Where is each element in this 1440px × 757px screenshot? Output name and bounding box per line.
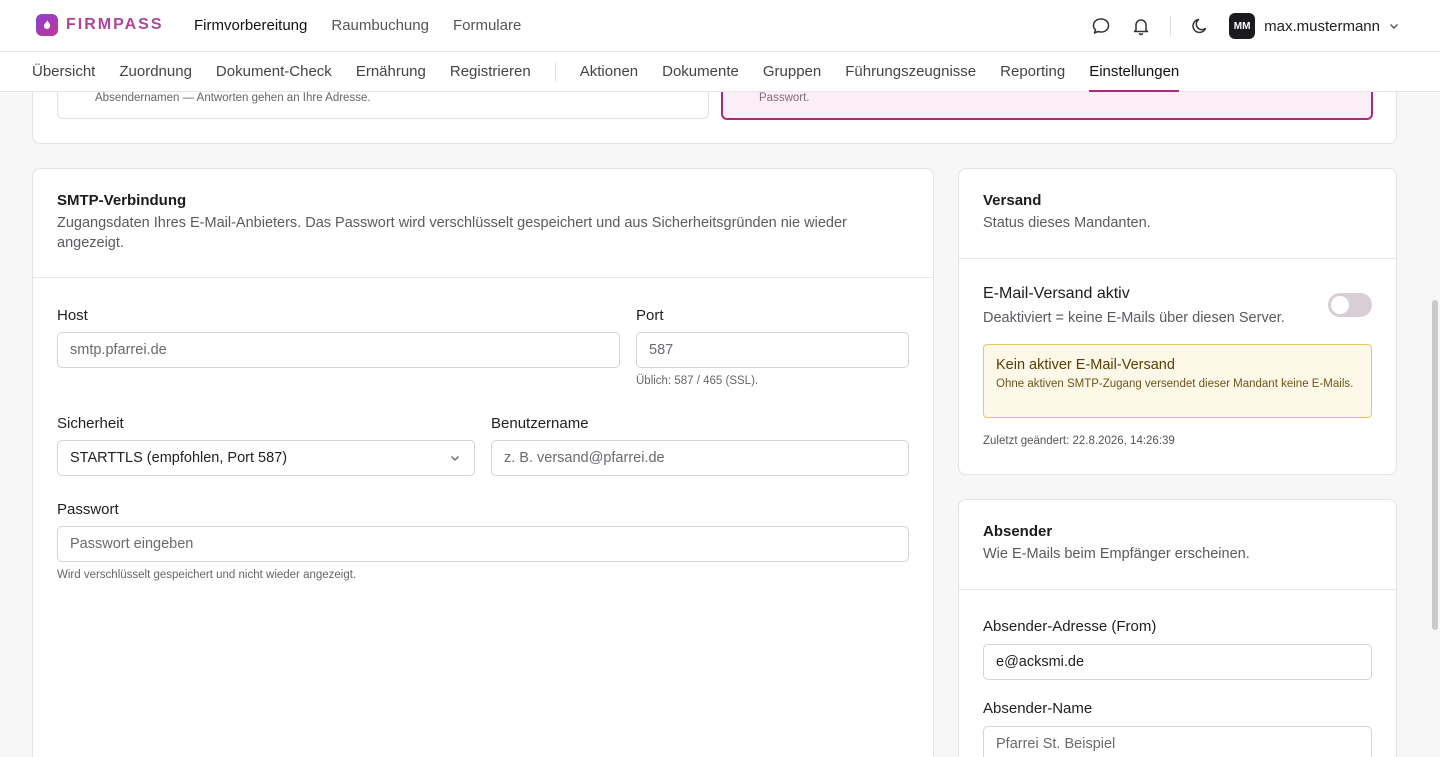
tab-einstellungen[interactable]: Einstellungen bbox=[1089, 52, 1180, 92]
password-help: Wird verschlüsselt gespeichert und nicht… bbox=[57, 569, 357, 581]
no-sending-warning: Kein aktiver E-Mail-Versand Ohne aktiven… bbox=[983, 344, 1372, 418]
mode-option-own-server-text: Absendernamen — Antworten gehen an Ihre … bbox=[95, 92, 371, 104]
toggle-description: Deaktiviert = keine E-Mails über diesen … bbox=[983, 310, 1285, 326]
avatar[interactable]: MM bbox=[1229, 13, 1256, 39]
tab-reporting[interactable]: Reporting bbox=[1000, 52, 1065, 92]
sub-nav: Übersicht Zuordnung Dokument-Check Ernäh… bbox=[0, 52, 1440, 92]
tab-dokument-check[interactable]: Dokument-Check bbox=[216, 52, 332, 92]
versand-card: Versand Status dieses Mandanten. E-Mail-… bbox=[958, 168, 1397, 475]
toggle-knob bbox=[1331, 296, 1349, 314]
absender-card: Absender Wie E-Mails beim Empfänger ersc… bbox=[958, 499, 1397, 757]
chevron-down-icon[interactable] bbox=[1388, 20, 1400, 32]
mode-selection-card: Absendernamen — Antworten gehen an Ihre … bbox=[32, 92, 1397, 144]
tab-dokumente[interactable]: Dokumente bbox=[662, 52, 739, 92]
absender-divider bbox=[959, 589, 1396, 590]
toggle-label: E-Mail-Versand aktiv bbox=[983, 285, 1130, 302]
port-help: Üblich: 587 / 465 (SSL). bbox=[636, 375, 759, 387]
bell-icon[interactable] bbox=[1130, 15, 1152, 37]
tab-uebersicht[interactable]: Übersicht bbox=[32, 52, 95, 92]
nav-raumbuchung[interactable]: Raumbuchung bbox=[331, 17, 429, 34]
absender-description: Wie E-Mails beim Empfänger erscheinen. bbox=[983, 546, 1250, 562]
username[interactable]: max.mustermann bbox=[1264, 18, 1380, 35]
warning-text: Ohne aktiven SMTP-Zugang versendet diese… bbox=[996, 378, 1354, 390]
security-select-value: STARTTLS (empfohlen, Port 587) bbox=[70, 450, 288, 466]
tab-gruppen[interactable]: Gruppen bbox=[763, 52, 821, 92]
tab-aktionen[interactable]: Aktionen bbox=[580, 52, 638, 92]
tab-zuordnung[interactable]: Zuordnung bbox=[119, 52, 192, 92]
mode-option-own-server[interactable]: Absendernamen — Antworten gehen an Ihre … bbox=[57, 92, 709, 119]
top-bar: FIRMPASS Firmvorbereitung Raumbuchung Fo… bbox=[0, 0, 1440, 52]
port-input[interactable]: 587 bbox=[636, 332, 909, 368]
password-label: Passwort bbox=[57, 501, 119, 518]
header-actions: MM max.mustermann bbox=[1090, 12, 1400, 40]
warning-title: Kein aktiver E-Mail-Versand bbox=[996, 357, 1175, 373]
smtp-description: Zugangsdaten Ihres E-Mail-Anbieters. Das… bbox=[57, 215, 847, 251]
header-separator bbox=[1170, 16, 1172, 36]
tab-ernaehrung[interactable]: Ernährung bbox=[356, 52, 426, 92]
moon-icon[interactable] bbox=[1189, 15, 1211, 37]
chat-icon[interactable] bbox=[1090, 15, 1112, 37]
last-changed: Zuletzt geändert: 22.8.2026, 14:26:39 bbox=[983, 435, 1175, 447]
versand-description: Status dieses Mandanten. bbox=[983, 215, 1151, 231]
host-input[interactable]: smtp.pfarrei.de bbox=[57, 332, 620, 368]
mode-option-smtp-text: Passwort. bbox=[759, 92, 810, 104]
smtp-divider bbox=[33, 277, 933, 278]
from-address-input[interactable]: e@acksmi.de bbox=[983, 644, 1372, 680]
smtp-card: SMTP-Verbindung Zugangsdaten Ihres E-Mai… bbox=[32, 168, 934, 757]
mode-option-smtp-selected[interactable]: Passwort. bbox=[721, 92, 1373, 120]
sender-name-label: Absender-Name bbox=[983, 700, 1093, 717]
username-label: Benutzername bbox=[491, 415, 589, 432]
main-nav: Firmvorbereitung Raumbuchung Formulare bbox=[194, 17, 521, 34]
versand-divider bbox=[959, 258, 1396, 259]
absender-title: Absender bbox=[983, 523, 1053, 540]
smtp-title: SMTP-Verbindung bbox=[57, 192, 187, 209]
username-input[interactable]: z. B. versand@pfarrei.de bbox=[491, 440, 909, 476]
brand-name[interactable]: FIRMPASS bbox=[66, 16, 163, 34]
nav-formulare[interactable]: Formulare bbox=[453, 17, 521, 34]
security-select[interactable]: STARTTLS (empfohlen, Port 587) bbox=[57, 440, 475, 476]
host-label: Host bbox=[57, 307, 88, 324]
chevron-down-icon bbox=[451, 456, 459, 461]
versand-title: Versand bbox=[983, 192, 1042, 209]
port-label: Port bbox=[636, 307, 664, 324]
security-label: Sicherheit bbox=[57, 415, 124, 432]
password-input[interactable]: Passwort eingeben bbox=[57, 526, 909, 562]
tab-registrieren[interactable]: Registrieren bbox=[450, 52, 531, 92]
page-scrollbar[interactable] bbox=[1432, 300, 1438, 630]
sender-name-input[interactable]: Pfarrei St. Beispiel bbox=[983, 726, 1372, 757]
logo-icon[interactable] bbox=[36, 14, 58, 36]
from-address-label: Absender-Adresse (From) bbox=[983, 618, 1157, 635]
email-sending-toggle[interactable] bbox=[1328, 293, 1372, 317]
subnav-separator bbox=[554, 63, 556, 81]
tab-fuehrungszeugnisse[interactable]: Führungszeugnisse bbox=[845, 52, 976, 92]
nav-firmvorbereitung[interactable]: Firmvorbereitung bbox=[194, 17, 307, 34]
